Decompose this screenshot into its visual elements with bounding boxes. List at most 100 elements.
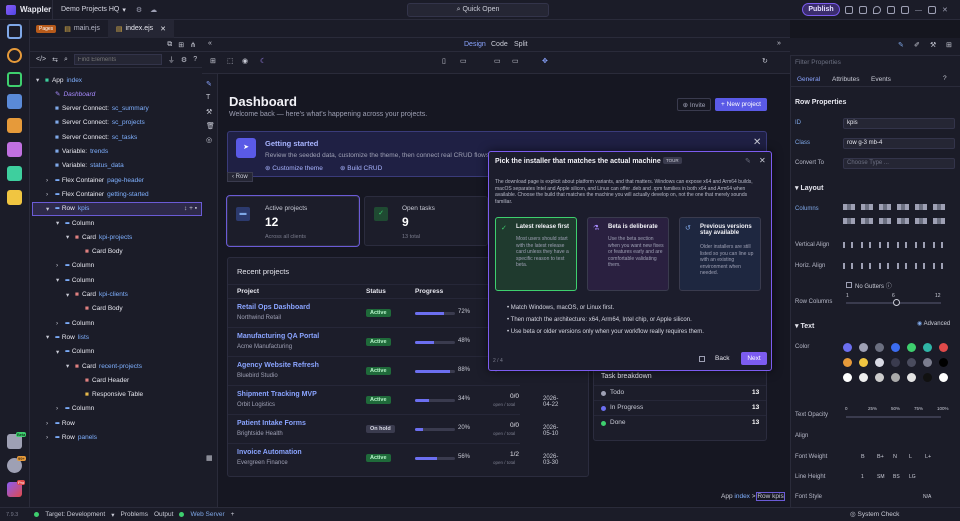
align-option[interactable] — [843, 242, 853, 248]
color-swatch[interactable] — [891, 343, 900, 352]
kpi-tasks-card[interactable]: ✓ Open tasks 9 13 total — [364, 196, 488, 246]
pages-tag[interactable]: Pages — [36, 24, 57, 33]
column-layout-option[interactable] — [897, 204, 909, 210]
tree-node[interactable]: › ••• Flex Container page-header — [46, 174, 144, 186]
row-chip[interactable]: ‹ Row — [227, 172, 253, 182]
tree-node[interactable]: ✎ Dashboard — [46, 88, 98, 100]
tree-node[interactable]: ■ Variable: status_data — [46, 160, 124, 172]
gear-icon[interactable]: ⚙ — [136, 6, 142, 14]
table-row[interactable]: Shipment Tracking MVP Orbit Logistics Acti… — [228, 385, 558, 414]
class-field[interactable]: row g-3 mb-4 — [843, 138, 955, 149]
customize-theme-link[interactable]: ⊛ Customize theme — [265, 164, 323, 172]
color-swatch[interactable] — [859, 373, 868, 382]
line-height-option[interactable]: 1 — [861, 474, 864, 480]
tree-node[interactable]: ■ Card Header — [76, 374, 132, 386]
align-option[interactable] — [933, 263, 943, 269]
expand-arrow-icon[interactable]: ▾ — [56, 348, 62, 356]
output-button[interactable]: Output — [154, 511, 174, 518]
tab-general[interactable]: General — [797, 76, 820, 83]
system-check[interactable]: ◎ System Check — [850, 510, 899, 518]
app-logo[interactable]: Wappler — [0, 4, 52, 15]
color-swatch[interactable] — [859, 358, 868, 367]
color-swatch[interactable] — [875, 358, 884, 367]
target-selector[interactable]: Target: Development — [45, 511, 105, 518]
tree-node[interactable]: ▾ ■ Card recent-projects — [66, 360, 142, 372]
add-icon[interactable]: + — [231, 511, 235, 518]
column-layout-option[interactable] — [915, 218, 927, 224]
tab-main-ejs[interactable]: ▤ main.ejs — [56, 20, 108, 38]
tools-icon[interactable]: ⚒ — [930, 41, 936, 49]
color-swatch[interactable] — [859, 343, 868, 352]
grid-small-icon[interactable]: ▦ — [206, 454, 213, 462]
expand-arrow-icon[interactable]: ▾ — [66, 233, 72, 241]
maximize-icon[interactable] — [928, 6, 936, 14]
column-layout-option[interactable] — [933, 218, 945, 224]
expand-arrow-icon[interactable]: ▾ — [56, 276, 62, 284]
tree-node[interactable]: ▾ ■ App index — [36, 74, 82, 86]
problems-button[interactable]: Problems — [120, 511, 147, 518]
expand-arrow-icon[interactable]: › — [46, 177, 52, 184]
column-layout-option[interactable] — [933, 204, 945, 210]
tree-node[interactable]: › ••• Column — [56, 317, 97, 329]
tab-events[interactable]: Events — [871, 76, 891, 83]
color-swatch[interactable] — [907, 358, 916, 367]
expand-arrow-icon[interactable]: ▾ — [46, 205, 52, 213]
column-layout-option[interactable] — [879, 204, 891, 210]
column-layout-option[interactable] — [879, 218, 891, 224]
close-icon[interactable]: ✕ — [160, 25, 166, 33]
tree-node[interactable]: › ••• Column — [56, 403, 97, 415]
tree-node[interactable]: ■ Card Body — [76, 246, 126, 258]
page-title[interactable]: Dashboard — [229, 94, 297, 109]
id-field[interactable]: kpis — [843, 118, 955, 129]
filter-icon[interactable]: ⏚ — [168, 55, 175, 65]
device-tablet-icon[interactable]: ▭ — [460, 57, 467, 65]
back-button[interactable]: Back — [715, 355, 729, 362]
color-swatch[interactable] — [923, 343, 932, 352]
page-subtitle[interactable]: Welcome back — here's what's happening a… — [229, 111, 427, 118]
moon-icon[interactable]: ☾ — [260, 57, 266, 65]
line-height-option[interactable]: SM — [877, 474, 885, 480]
tree-node[interactable]: ■ Server Connect: sc_projects — [46, 117, 145, 129]
line-height-option[interactable]: LG — [909, 474, 916, 480]
grid-icon[interactable]: ⊞ — [210, 57, 216, 65]
build-crud-link[interactable]: ⊛ Build CRUD — [340, 164, 382, 172]
color-swatch[interactable] — [923, 373, 932, 382]
color-swatch[interactable] — [875, 373, 884, 382]
align-option[interactable] — [897, 242, 907, 248]
tree-node[interactable]: › ••• Row — [46, 417, 78, 429]
align-option[interactable] — [879, 242, 889, 248]
bell-icon[interactable] — [887, 6, 895, 14]
cloud-icon[interactable]: ☁ — [150, 6, 157, 14]
pages-icon[interactable] — [7, 24, 22, 39]
brush-icon[interactable]: ⚒ — [206, 108, 212, 116]
assets-icon[interactable] — [7, 142, 22, 157]
trash-icon[interactable]: 🗑 — [206, 122, 215, 130]
font-weight-option[interactable]: B+ — [877, 454, 884, 460]
expand-arrow-icon[interactable]: › — [46, 420, 52, 427]
align-option[interactable] — [933, 242, 943, 248]
database-icon[interactable] — [7, 94, 22, 109]
kpi-projects-card[interactable]: ▬ Active projects 12 Across all clients — [226, 195, 360, 247]
pin-icon[interactable]: ✎ — [745, 157, 751, 165]
column-layout-option[interactable] — [843, 218, 855, 224]
expand-arrow-icon[interactable]: ▾ — [66, 362, 72, 370]
close-icon[interactable]: ✕ — [942, 6, 948, 14]
layout-section[interactable]: ▾ Layout — [795, 184, 823, 192]
tree-node[interactable]: ■ Server Connect: sc_summary — [46, 103, 149, 115]
split-tab[interactable]: Split — [514, 41, 528, 48]
flows-icon[interactable] — [7, 72, 22, 87]
tree-node[interactable]: ■ Card Body — [76, 303, 126, 315]
column-layout-option[interactable] — [861, 218, 873, 224]
next-button[interactable]: Next — [741, 352, 767, 365]
column-layout-option[interactable] — [897, 218, 909, 224]
expand-arrow-icon[interactable]: ▾ — [66, 291, 72, 299]
font-weight-option[interactable]: L — [909, 454, 912, 460]
color-swatch[interactable] — [923, 358, 932, 367]
checkbox[interactable] — [846, 282, 852, 288]
convert-select[interactable]: Choose Type ... — [843, 158, 955, 169]
text-section[interactable]: ▾ Text — [795, 322, 814, 330]
no-gutters-toggle[interactable]: No Gutters ⓘ — [846, 281, 892, 290]
align-option[interactable] — [915, 242, 925, 248]
brush-icon[interactable]: ✐ — [914, 41, 920, 49]
expand-arrow-icon[interactable]: › — [56, 405, 62, 412]
